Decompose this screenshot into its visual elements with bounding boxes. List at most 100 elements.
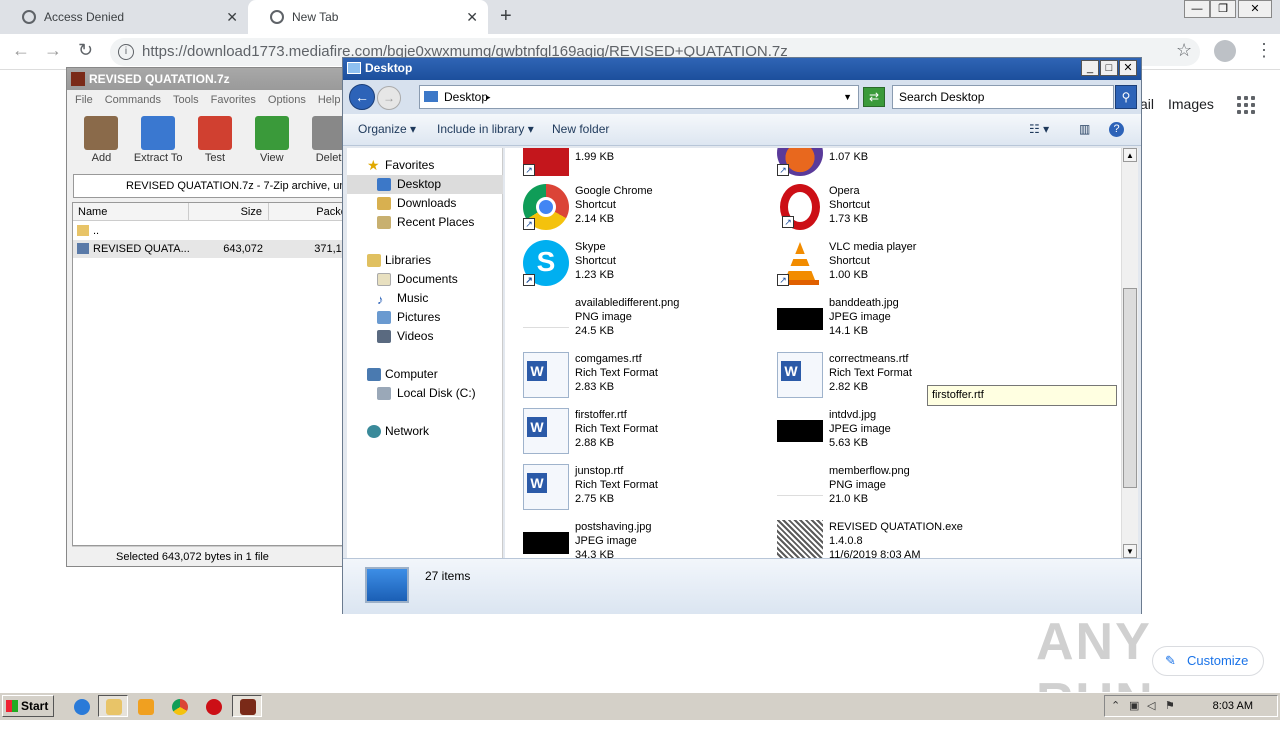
chevron-down-icon[interactable]: ▸: [486, 86, 491, 108]
file-item[interactable]: junstop.rtf Rich Text Format 2.75 KB: [523, 464, 773, 520]
file-item[interactable]: postshaving.jpg JPEG image 34.3 KB: [523, 520, 773, 558]
scroll-thumb[interactable]: [1123, 288, 1137, 488]
chevron-up-icon[interactable]: ⌃: [1111, 700, 1123, 712]
clock[interactable]: 8:03 AM: [1213, 696, 1253, 716]
menu-options[interactable]: Options: [268, 90, 306, 110]
explorer-taskbar-button[interactable]: [98, 695, 128, 717]
minimize-button[interactable]: _: [1081, 60, 1099, 76]
file-item[interactable]: S ↗ Skype Shortcut 1.23 KB: [523, 240, 773, 296]
nav-music[interactable]: ♪ Music: [347, 289, 503, 308]
test-button[interactable]: Test: [187, 112, 244, 172]
forward-arrow-icon[interactable]: →: [44, 40, 62, 61]
action-center-flag-icon[interactable]: ⚑: [1165, 700, 1177, 712]
vertical-scrollbar[interactable]: ▲ ▼: [1121, 148, 1138, 558]
chrome-menu-icon[interactable]: ⋮: [1255, 40, 1273, 61]
start-button[interactable]: Start: [2, 695, 54, 717]
chrome-taskbar-button[interactable]: [164, 695, 194, 717]
extract-to-button[interactable]: Extract To: [130, 112, 187, 172]
file-item[interactable]: memberflow.png PNG image 21.0 KB: [777, 464, 1027, 520]
nav-network[interactable]: Network: [347, 422, 503, 441]
close-icon[interactable]: ✕: [226, 9, 238, 26]
help-icon[interactable]: ?: [1109, 122, 1124, 137]
scroll-down-arrow-icon[interactable]: ▼: [1123, 544, 1137, 558]
file-item[interactable]: REVISED QUATATION.exe 1.4.0.8 11/6/2019 8:…: [777, 520, 1027, 558]
file-item[interactable]: firstoffer.rtf Rich Text Format 2.88 KB: [523, 408, 773, 464]
nav-local-disk[interactable]: Local Disk (C:): [347, 384, 503, 403]
nav-documents[interactable]: Documents: [347, 270, 503, 289]
gmail-link[interactable]: ail: [1140, 96, 1154, 112]
close-window-button[interactable]: ✕: [1238, 0, 1272, 18]
globe-icon: [270, 10, 284, 24]
nav-downloads[interactable]: Downloads: [347, 194, 503, 213]
back-arrow-icon[interactable]: ←: [12, 40, 30, 61]
col-name[interactable]: Name: [73, 203, 189, 220]
7zip-path-box[interactable]: REVISED QUATATION.7z - 7-Zip archive, un…: [73, 174, 357, 198]
search-input[interactable]: Search Desktop: [892, 85, 1114, 109]
table-row[interactable]: ..: [73, 222, 358, 240]
tab-new-tab[interactable]: New Tab ✕: [248, 0, 488, 34]
view-button[interactable]: View: [243, 112, 300, 172]
nav-libraries[interactable]: Libraries: [347, 251, 503, 270]
new-folder-button[interactable]: New folder: [552, 122, 609, 136]
file-size: 24.5 KB: [575, 325, 615, 337]
file-item[interactable]: ↗ VLC media player Shortcut 1.00 KB: [777, 240, 1027, 296]
nav-pictures[interactable]: Pictures: [347, 308, 503, 327]
view-options-icon[interactable]: ☷ ▾: [1029, 122, 1049, 136]
menu-file[interactable]: File: [75, 90, 93, 110]
address-row: ← → Desktop ▸ ▼ ⇄ Search Desktop ⚲: [343, 80, 1141, 114]
preview-pane-icon[interactable]: ▥: [1079, 122, 1090, 136]
file-item[interactable]: ↗ 1.07 KB: [777, 148, 1027, 186]
address-box[interactable]: Desktop ▸ ▼: [419, 85, 859, 109]
restore-button[interactable]: ❐: [1210, 0, 1236, 18]
include-in-library-button[interactable]: Include in library ▾: [437, 122, 534, 136]
minimize-button[interactable]: —: [1184, 0, 1210, 18]
customize-button[interactable]: ✎ Customize: [1152, 646, 1264, 676]
reload-icon[interactable]: ↻: [78, 40, 93, 61]
rtf-icon: [523, 408, 569, 454]
new-tab-button[interactable]: +: [500, 5, 512, 28]
menu-help[interactable]: Help: [318, 90, 341, 110]
images-link[interactable]: Images: [1168, 96, 1214, 112]
file-item[interactable]: intdvd.jpg JPEG image 5.63 KB: [777, 408, 1027, 464]
media-player-taskbar-button[interactable]: [130, 695, 160, 717]
bookmark-star-icon[interactable]: ☆: [1176, 40, 1192, 61]
network-tray-icon[interactable]: ▣: [1129, 700, 1141, 712]
search-icon[interactable]: ⚲: [1115, 85, 1137, 109]
menu-favorites[interactable]: Favorites: [211, 90, 256, 110]
file-item[interactable]: availabledifferent.png PNG image 24.5 KB: [523, 296, 773, 352]
info-icon[interactable]: i: [118, 44, 134, 60]
volume-icon[interactable]: ◁: [1147, 700, 1159, 712]
scroll-up-arrow-icon[interactable]: ▲: [1123, 148, 1137, 162]
google-apps-icon[interactable]: [1237, 96, 1255, 114]
table-row[interactable]: REVISED QUATA... 643,072 371,165: [73, 240, 358, 258]
refresh-icon[interactable]: ⇄: [863, 87, 885, 107]
maximize-button[interactable]: □: [1100, 60, 1118, 76]
nav-recent-places[interactable]: Recent Places: [347, 213, 503, 232]
file-item[interactable]: ↗ Google Chrome Shortcut 2.14 KB: [523, 184, 773, 240]
add-button[interactable]: Add: [73, 112, 130, 172]
nav-videos[interactable]: Videos: [347, 327, 503, 346]
file-item[interactable]: ↗ 1.99 KB: [523, 148, 773, 186]
file-type: JPEG image: [829, 423, 891, 435]
menu-commands[interactable]: Commands: [105, 90, 161, 110]
nav-computer[interactable]: Computer: [347, 365, 503, 384]
file-item[interactable]: comgames.rtf Rich Text Format 2.83 KB: [523, 352, 773, 408]
profile-avatar-icon[interactable]: [1214, 40, 1236, 62]
chevron-down-icon[interactable]: ▼: [843, 86, 852, 108]
close-button[interactable]: ✕: [1119, 60, 1137, 76]
menu-tools[interactable]: Tools: [173, 90, 199, 110]
opera-taskbar-button[interactable]: [198, 695, 228, 717]
col-size[interactable]: Size: [189, 203, 269, 220]
back-arrow-icon[interactable]: ←: [349, 84, 375, 110]
navigation-pane: ★ Favorites Desktop Downloads Recent Plac…: [347, 148, 503, 558]
ie-taskbar-button[interactable]: [66, 695, 96, 717]
file-item[interactable]: banddeath.jpg JPEG image 14.1 KB: [777, 296, 1027, 352]
nav-desktop[interactable]: Desktop: [347, 175, 503, 194]
winrar-taskbar-button[interactable]: [232, 695, 262, 717]
nav-favorites[interactable]: ★ Favorites: [347, 156, 503, 175]
organize-button[interactable]: Organize ▾: [358, 122, 416, 136]
file-item[interactable]: ↗ Opera Shortcut 1.73 KB: [777, 184, 1027, 240]
tab-access-denied[interactable]: Access Denied ✕: [0, 0, 248, 34]
forward-arrow-icon[interactable]: →: [377, 86, 401, 110]
close-icon[interactable]: ✕: [466, 9, 478, 26]
